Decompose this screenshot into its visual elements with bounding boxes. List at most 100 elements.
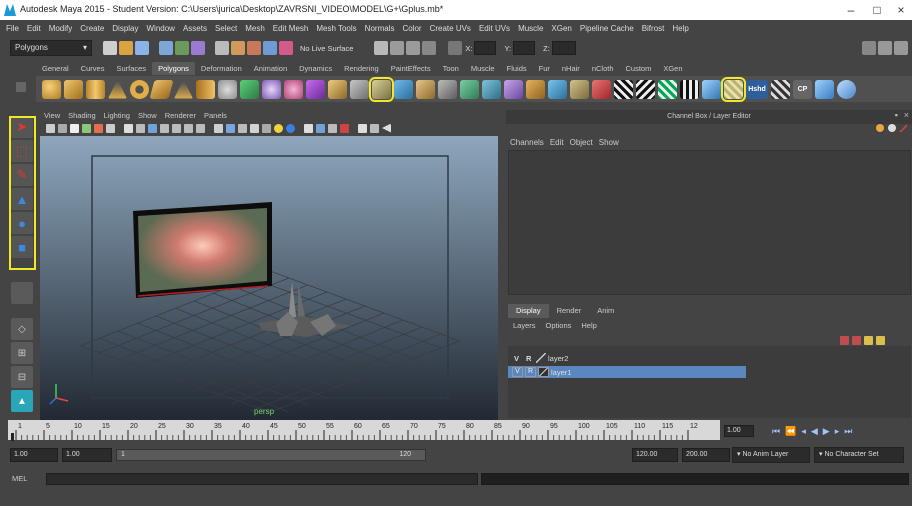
menu-modify[interactable]: Modify: [45, 24, 77, 33]
layer-name[interactable]: layer2: [548, 354, 568, 363]
split-polygon-icon[interactable]: [438, 79, 457, 99]
layer-tab-display[interactable]: Display: [508, 304, 549, 318]
shelf-tab-fluids[interactable]: Fluids: [501, 62, 533, 75]
layer-color-swatch[interactable]: [538, 367, 549, 377]
cbox-menu-edit[interactable]: Edit: [550, 138, 570, 147]
shelf-tab-painteffects[interactable]: PaintEffects: [385, 62, 437, 75]
highlighted-shelf-tool-icon[interactable]: [721, 76, 746, 102]
automatic-mapping-icon[interactable]: [680, 79, 699, 99]
safe-title-icon[interactable]: [196, 123, 205, 133]
menu-bifrost[interactable]: Bifrost: [638, 24, 669, 33]
menu-set-dropdown[interactable]: Polygons ▾: [10, 40, 92, 56]
collapse-icon[interactable]: [548, 79, 567, 99]
shelf-tab-animation[interactable]: Animation: [248, 62, 293, 75]
layer-name[interactable]: layer1: [551, 368, 571, 377]
bookmark-icon[interactable]: [70, 123, 79, 133]
play-forwards-icon[interactable]: ▶: [823, 426, 835, 436]
range-slider[interactable]: 1 120: [116, 449, 426, 461]
shelf-tab-xgen[interactable]: XGen: [657, 62, 688, 75]
shelf-tab-rendering[interactable]: Rendering: [338, 62, 385, 75]
persp-graph-layout-icon[interactable]: ▲: [11, 390, 33, 412]
camera-select-icon[interactable]: [46, 123, 55, 133]
step-back-key-icon[interactable]: ⏪: [785, 426, 801, 436]
menu-help[interactable]: Help: [668, 24, 692, 33]
anim-start-field[interactable]: 1.00: [10, 448, 58, 462]
grease-pencil-icon[interactable]: [106, 123, 115, 133]
bridge-icon[interactable]: [394, 79, 413, 99]
transform-input-icon[interactable]: [448, 41, 463, 55]
vp-menu-shading[interactable]: Shading: [64, 111, 100, 120]
camera-attributes-icon[interactable]: [58, 123, 67, 133]
shadows-icon[interactable]: [274, 123, 283, 133]
xray-icon[interactable]: [316, 123, 325, 133]
anim-end-field[interactable]: 200.00: [682, 448, 730, 462]
play-backwards-icon[interactable]: ◀: [811, 426, 823, 436]
snap-grid-icon[interactable]: [215, 41, 229, 55]
persp-outliner-layout-icon[interactable]: ⊟: [11, 366, 33, 388]
shelf-menu-icon[interactable]: [16, 82, 26, 92]
wireframe-icon[interactable]: [214, 123, 223, 133]
layer-menu-help[interactable]: Help: [581, 321, 606, 330]
boolean-icon[interactable]: [284, 79, 303, 99]
menu-assets[interactable]: Assets: [179, 24, 211, 33]
cylindrical-mapping-icon[interactable]: [636, 79, 655, 99]
layer-tab-anim[interactable]: Anim: [589, 304, 622, 318]
render-frame-icon[interactable]: [390, 41, 405, 55]
step-forward-frame-icon[interactable]: ▸: [835, 426, 845, 436]
smooth-icon[interactable]: [306, 79, 325, 99]
bevel-icon[interactable]: [504, 79, 523, 99]
layer-render-toggle[interactable]: R: [525, 367, 536, 377]
vp-menu-lighting[interactable]: Lighting: [100, 111, 134, 120]
xray-joints-icon[interactable]: [328, 123, 337, 133]
shelf-tab-general[interactable]: General: [36, 62, 75, 75]
use-all-lights-icon[interactable]: [262, 123, 271, 133]
shelf-tab-fur[interactable]: Fur: [533, 62, 556, 75]
separate-icon[interactable]: [262, 79, 281, 99]
ipr-render-icon[interactable]: [406, 41, 421, 55]
character-set-dropdown[interactable]: ▾ No Character Set: [814, 447, 904, 463]
select-component-icon[interactable]: [191, 41, 205, 55]
panel-float-icon[interactable]: ▪: [895, 110, 898, 120]
snap-point-icon[interactable]: [247, 41, 261, 55]
move-layer-up-icon[interactable]: [840, 336, 849, 345]
save-scene-icon[interactable]: [135, 41, 149, 55]
insert-edge-loop-icon[interactable]: [460, 79, 479, 99]
merge-icon[interactable]: [526, 79, 545, 99]
exposure-icon[interactable]: [370, 123, 379, 133]
shelf-tab-nhair[interactable]: nHair: [556, 62, 586, 75]
select-object-icon[interactable]: [175, 41, 189, 55]
select-hierarchy-icon[interactable]: [159, 41, 173, 55]
menu-normals[interactable]: Normals: [361, 24, 399, 33]
fill-hole-icon[interactable]: [570, 79, 589, 99]
menu-window[interactable]: Window: [143, 24, 179, 33]
new-layer-from-selection-icon[interactable]: [876, 336, 885, 345]
shelf-tab-polygons[interactable]: Polygons: [152, 61, 195, 75]
layer-tab-render[interactable]: Render: [549, 304, 590, 318]
grid-toggle-icon[interactable]: [124, 123, 133, 133]
make-live-icon[interactable]: [279, 41, 293, 55]
two-d-pan-icon[interactable]: [94, 123, 103, 133]
vp-menu-renderer[interactable]: Renderer: [161, 111, 200, 120]
poly-plane-icon[interactable]: [149, 79, 174, 99]
isolate-select-icon[interactable]: [304, 123, 313, 133]
tool-settings-icon[interactable]: [894, 41, 908, 55]
menu-create[interactable]: Create: [76, 24, 108, 33]
offset-edge-loop-icon[interactable]: [482, 79, 501, 99]
channel-box-area[interactable]: [508, 150, 911, 295]
attribute-editor-icon[interactable]: [878, 41, 892, 55]
poly-pyramid-icon[interactable]: [174, 79, 193, 99]
shelf-tab-dynamics[interactable]: Dynamics: [293, 62, 338, 75]
move-layer-down-icon[interactable]: [852, 336, 861, 345]
cbox-menu-object[interactable]: Object: [570, 138, 599, 147]
layer-row-layer2[interactable]: V R layer2: [508, 352, 746, 364]
time-slider[interactable]: 1 5 10 15 20 25 30 35 40 45 50 55 60 65 70 75 80 85 90 95 10…: [8, 420, 720, 440]
vp-menu-panels[interactable]: Panels: [200, 111, 231, 120]
cbox-menu-show[interactable]: Show: [599, 138, 625, 147]
new-scene-icon[interactable]: [103, 41, 117, 55]
menu-color[interactable]: Color: [398, 24, 425, 33]
anim-layer-dropdown[interactable]: ▾ No Anim Layer: [732, 447, 810, 463]
vp-menu-show[interactable]: Show: [134, 111, 161, 120]
textured-icon[interactable]: [250, 123, 259, 133]
close-button[interactable]: ×: [886, 2, 912, 18]
y-field[interactable]: [513, 41, 536, 55]
